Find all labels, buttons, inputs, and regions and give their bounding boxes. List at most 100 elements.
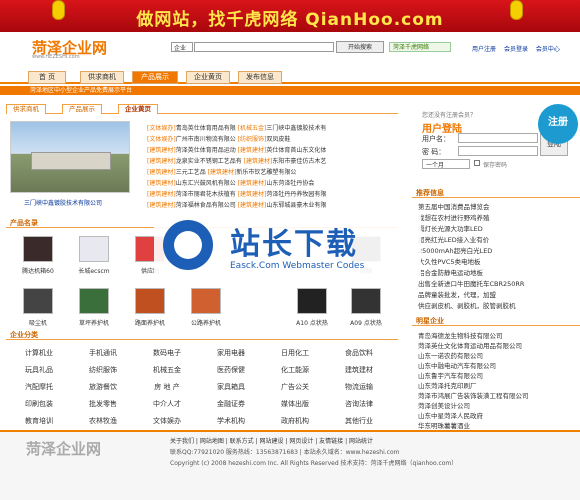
list-item[interactable]: 菏泽英仕文化体育运动用品有限公司 [418,340,522,350]
category-link[interactable]: 印刷包装 [8,399,70,411]
category-link[interactable]: 化工能源 [264,365,326,377]
category-link[interactable]: 房 地 产 [136,382,198,394]
category-link[interactable]: 物流运输 [328,382,390,394]
username-field[interactable] [458,133,538,143]
category-link[interactable]: 媒体出版 [264,399,326,411]
list-item[interactable]: 品牌童装批发，代理，加盟 [418,289,496,299]
category-link[interactable]: 其他行业 [328,416,390,428]
remember-label: 保存密码 [483,162,508,169]
list-item[interactable]: [建筑建材]菏泽市丽君花木扶植有 [建筑建材]菏泽牡丹丹养牧园有限 [147,189,392,200]
category-link[interactable]: 家用电器 [200,348,262,360]
list-item[interactable]: 大久性PVC5类电地板 [418,256,481,266]
footer-contact: 联系QQ:77921020 服务热线：13563871683 | 本站永久域名：… [170,449,400,456]
list-item[interactable]: [建筑建材]菏泽福林食品有限公司 [建筑建材]山东郓城县豪木业有限 [147,200,392,211]
member-center-link[interactable]: 会员中心 [536,46,560,53]
list-item[interactable]: [建筑建材]龙泉实业不锈钢工艺品有 [建筑建材]东阳市豪佳仿古木艺 [147,156,392,167]
category-link[interactable]: 汽配摩托 [8,382,70,394]
tab-yellowpages[interactable]: 企业黄页 [118,104,158,114]
list-item[interactable]: 山东中星菏泽人民政府 [418,410,483,420]
category-link[interactable]: 旅游餐饮 [72,382,134,394]
sub-nav: 菏泽地区中小型企业产品免费展示平台 [0,86,580,95]
category-link[interactable]: 玩具礼品 [8,365,70,377]
category-link[interactable]: 中介人才 [136,399,198,411]
list-item[interactable]: 山东菏泽托克印刷厂 [418,380,477,390]
list-item[interactable]: 青岛海德龙生物科技有限公司 [418,330,503,340]
category-link[interactable]: 咨询法律 [328,399,390,411]
list-item[interactable]: 我想在农村进行野鸡养殖 [418,212,490,222]
search-button[interactable]: 开始搜索 [336,41,384,53]
search-category-select[interactable]: 企业 [171,42,193,52]
category-link[interactable]: 建筑建材 [328,365,390,377]
watermark: 站长下载 Easck.Com Webmaster Codes [154,211,421,279]
logo-subtitle: www.HEZESHI.com [32,54,80,60]
category-link[interactable]: 家具箱具 [200,382,262,394]
category-link[interactable]: 学术机构 [200,416,262,428]
tab-supply[interactable]: 供求商机 [6,104,46,114]
nav-tab-products[interactable]: 产品展示 [132,71,178,84]
list-item[interactable]: [建筑建材]菏泽英仕体育用品运动 [建筑建材]英仕体育首山东文化体 [147,145,392,156]
banner-text: 做网站，找千虎网络 QianHoo.com [136,10,444,30]
category-link[interactable]: 批发零售 [72,399,134,411]
photo-caption[interactable]: 三门峡中鑫镀胶技术有限公司 [24,198,102,207]
login-tip: 您还没有注册会员？ [422,112,477,119]
category-link[interactable]: 教育培训 [8,416,70,428]
footer-copyright: Copyright (c) 2008 hezeshi.com Inc. All … [170,460,458,467]
main-nav: 首 页 供求商机 产品展示 企业黄页 发布信息 [0,71,580,84]
list-item[interactable]: 山东一诺农药有限公司 [418,350,483,360]
category-link[interactable]: 农林牧渔 [72,416,134,428]
remember-checkbox[interactable] [474,160,480,166]
company-photo[interactable] [10,121,130,193]
top-banner[interactable]: 做网站，找千虎网络 QianHoo.com [0,0,580,32]
list-item[interactable]: [文体娱办]广州市南川物流有限公 [纺织服饰]双凤皮鞋 [147,134,392,145]
nav-tab-supply[interactable]: 供求商机 [80,71,124,84]
top-links: 用户注册 会员登录 会员中心 [472,44,566,53]
list-item[interactable]: [建筑建材]三元工艺品 [建筑建材]新乐市钦艺雕塑有限公 [147,167,392,178]
weixin-link[interactable]: 菏泽千虎网络 [389,42,451,52]
register-link[interactable]: 用户注册 [472,46,496,53]
list-item[interactable]: 山东鲁宇汽车有限公司 [418,370,483,380]
footer: 菏泽企业网 关于我们 | 网站地图 | 联系方式 | 网站建设 | 网页设计 |… [0,430,580,500]
category-link[interactable]: 金融证券 [200,399,262,411]
login-link[interactable]: 会员登录 [504,46,528,53]
left-tabs: 供求商机 产品展示 企业黄页 [6,104,398,114]
category-link[interactable]: 广告公关 [264,382,326,394]
list-item[interactable]: 超亮红光LED接入业有价 [418,234,489,244]
nav-tab-yellowpages[interactable]: 企业黄页 [186,71,230,84]
search-input[interactable] [194,42,334,52]
footer-links[interactable]: 关于我们 | 网站地图 | 联系方式 | 网站建设 | 网页设计 | 友情链接 … [170,436,373,445]
products-title: 产品名录 [10,219,38,227]
username-label: 用户名： [422,135,450,143]
list-item[interactable]: 山东中融电动汽车有限公司 [418,360,496,370]
list-item[interactable]: 供应剥皮机、剥胶机，胶管剥胶机 [418,300,516,310]
category-link[interactable]: 数码电子 [136,348,198,360]
list-item[interactable]: 铝合金防静电运动地板 [418,267,483,277]
category-link[interactable]: 机械五金 [136,365,198,377]
recommend-header: 推荐信息 [412,188,580,198]
password-field[interactable] [458,146,538,156]
category-link[interactable]: 文体娱办 [136,416,198,428]
nav-tab-home[interactable]: 首 页 [28,71,66,84]
category-link[interactable]: 政府机构 [264,416,326,428]
list-item[interactable]: 第五届中国消费品博览会 [418,201,490,211]
list-item[interactable]: 华东明珠薯薯酒业 [418,420,470,430]
list-item[interactable]: 25000mAh超亮白光LED [418,245,492,255]
tab-products[interactable]: 产品展示 [62,104,102,114]
list-item[interactable]: 隔灯长光源大功率LED [418,223,483,233]
category-link[interactable]: 手机通讯 [72,348,134,360]
list-item[interactable]: [文体娱办]青岛英仕体育用品有限 [机械五金]三门峡中鑫镀胶技术有 [147,123,392,134]
category-link[interactable]: 纺织服饰 [72,365,134,377]
list-item[interactable]: [建筑建材]山东汇兴鼓风机有限公 [建筑建材]山东菏泽牡丹协会 [147,178,392,189]
list-item[interactable]: 菏泽市鸿展广告装饰装潢工程有限公司 [418,390,529,400]
category-link[interactable]: 日用化工 [264,348,326,360]
period-select[interactable]: 一个月 [422,159,470,169]
list-item[interactable]: 菏泽创美设计公司 [418,400,470,410]
nav-tab-publish[interactable]: 发布信息 [238,71,282,84]
register-button[interactable]: 注册 [538,104,578,144]
recommend-list: 第五届中国消费品博览会 我想在农村进行野鸡养殖 隔灯长光源大功率LED 超亮红光… [412,201,580,311]
star-title: 明星企业 [416,317,444,325]
category-link[interactable]: 计算机业 [8,348,70,360]
category-grid: 计算机业 手机通讯 数码电子 家用电器 日用化工 食品饮料 玩具礼品 纺织服饰 … [0,340,398,432]
list-item[interactable]: 出售全新进口牛田魔托车CBR250RR [418,278,524,288]
category-link[interactable]: 医药保健 [200,365,262,377]
category-link[interactable]: 食品饮料 [328,348,390,360]
